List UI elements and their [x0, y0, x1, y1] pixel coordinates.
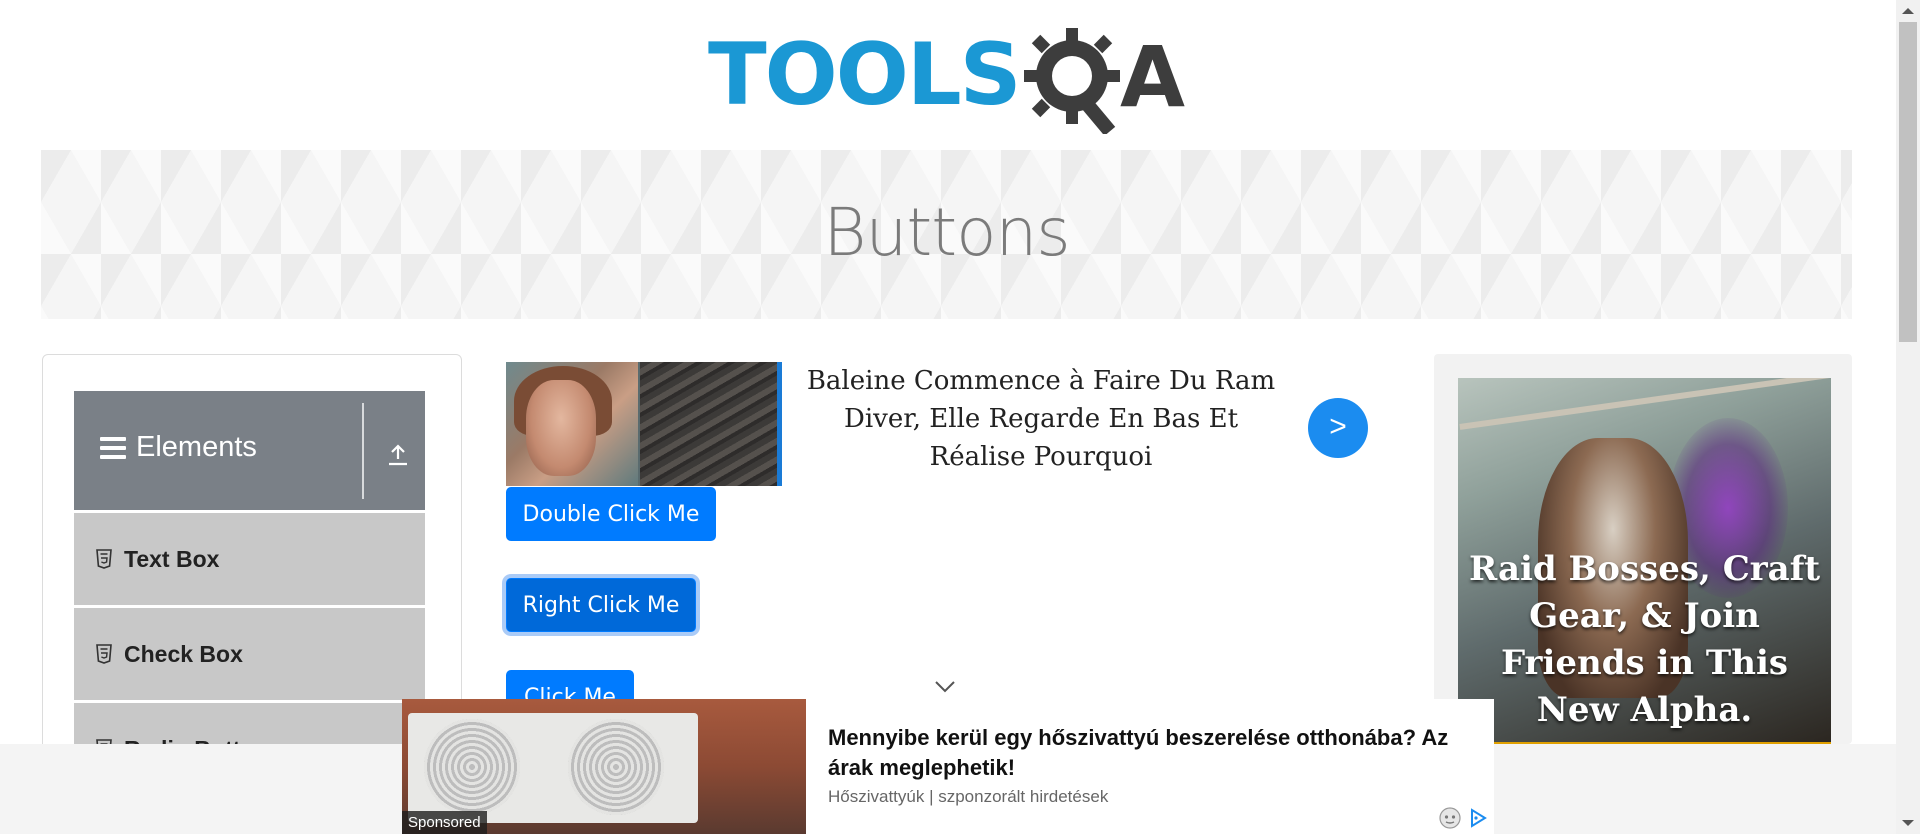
ad-image-right [640, 362, 778, 486]
ad-image-bar [777, 362, 782, 486]
html5-icon [96, 644, 112, 664]
sidebar-item-label: Text Box [124, 546, 220, 572]
ad-image-fan [424, 719, 520, 815]
sidebar-item-check-box[interactable]: Check Box [74, 608, 425, 703]
ad-bottom-icons [1438, 806, 1488, 830]
ad-top-next-button[interactable]: > [1308, 398, 1368, 458]
scroll-down-arrow[interactable] [1902, 820, 1914, 826]
ad-image-face [526, 380, 596, 476]
ad-top-image[interactable] [506, 362, 782, 486]
ad-bottom-banner[interactable]: Sponsored Mennyibe kerül egy hőszivattyú… [402, 699, 1494, 834]
sidebar-group-title: Elements [100, 431, 257, 464]
adchoices-icon[interactable] [1468, 808, 1488, 828]
chevron-down-icon[interactable] [934, 680, 956, 694]
scroll-up-arrow[interactable] [1902, 8, 1914, 14]
ad-right-banner[interactable]: Raid Bosses, Craft Gear, & Join Friends … [1458, 378, 1831, 744]
logo-text-a: A [1120, 28, 1186, 126]
ad-bottom-source: Hőszivattyúk | szponzorált hirdetések [828, 787, 1109, 806]
ad-top-headline[interactable]: Baleine Commence à Faire Du Ram Diver, E… [806, 362, 1276, 476]
toolsqa-logo[interactable]: TOOLS A [708, 22, 1194, 134]
ad-art-staff [1459, 378, 1830, 430]
page-title: Buttons [823, 194, 1070, 271]
right-click-button[interactable]: Right Click Me [506, 578, 696, 632]
gear-magnifier-icon [1024, 28, 1120, 134]
sidebar: Elements Text Box Check Box Radio Button [42, 354, 462, 796]
ad-bottom-title[interactable]: Mennyibe kerül egy hőszivattyú beszerelé… [828, 723, 1478, 783]
divider [362, 403, 364, 499]
sidebar-item-label: Check Box [124, 641, 243, 667]
page-scrollbar[interactable] [1896, 0, 1920, 834]
sponsored-label: Sponsored [402, 811, 487, 834]
ad-image-left [506, 362, 638, 486]
ad-bottom-image[interactable]: Sponsored [402, 699, 806, 834]
upload-icon[interactable] [386, 443, 410, 467]
ad-feedback-icon[interactable] [1438, 806, 1462, 830]
ad-image-fan [568, 719, 664, 815]
html5-icon [96, 549, 112, 569]
scroll-thumb[interactable] [1899, 22, 1917, 342]
logo-text: TOOLS [708, 25, 1022, 125]
page-banner: Buttons [41, 150, 1852, 319]
ad-right-headline: Raid Bosses, Craft Gear, & Join Friends … [1468, 549, 1821, 744]
sidebar-group-label: Elements [136, 431, 257, 463]
hamburger-icon [100, 436, 126, 459]
double-click-button[interactable]: Double Click Me [506, 487, 716, 541]
sidebar-item-text-box[interactable]: Text Box [74, 513, 425, 608]
sidebar-group-elements[interactable]: Elements [74, 391, 425, 510]
